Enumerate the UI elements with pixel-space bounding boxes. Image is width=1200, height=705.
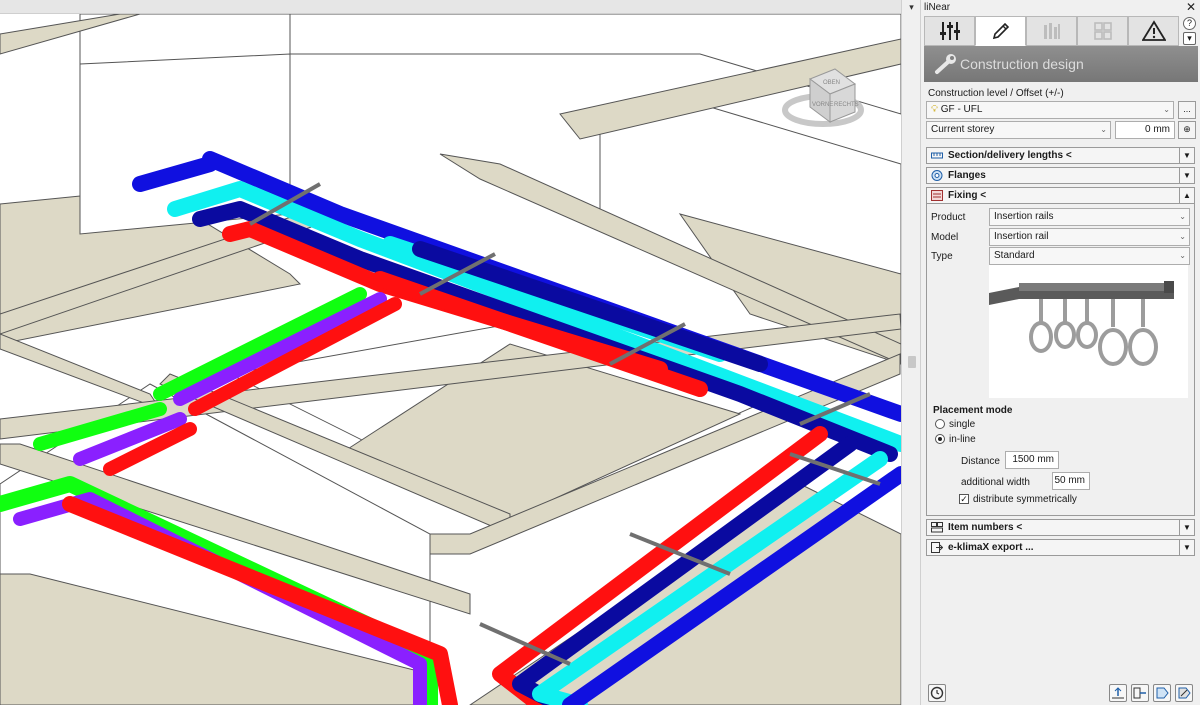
clock-icon <box>930 686 944 700</box>
product-value: Insertion rails <box>994 211 1054 222</box>
flanges-header[interactable]: Flanges ▼ <box>926 167 1195 184</box>
chevron-down-icon[interactable]: ▼ <box>1179 168 1194 183</box>
footer-button-3[interactable] <box>1153 684 1171 702</box>
model-select[interactable]: Insertion rail ⌄ <box>989 228 1190 246</box>
wrench-icon <box>935 54 956 74</box>
chevron-up-icon[interactable]: ▲ <box>1179 188 1194 203</box>
fixing-header[interactable]: Fixing < ▲ <box>926 187 1195 204</box>
footer-button-4[interactable] <box>1175 684 1193 702</box>
pick-offset-button[interactable]: ⊕ <box>1178 121 1196 139</box>
type-select[interactable]: Standard ⌄ <box>989 247 1190 265</box>
tab-statistics[interactable] <box>1026 16 1077 46</box>
ruler-icon <box>931 152 943 159</box>
flange-icon <box>931 170 943 181</box>
chevron-down-icon[interactable]: ▼ <box>1179 540 1194 555</box>
chevron-down-icon: ⌄ <box>1100 125 1107 134</box>
type-value: Standard <box>994 250 1035 261</box>
single-radio[interactable] <box>935 419 945 429</box>
side-icons: ? ▾ <box>1182 16 1198 46</box>
additional-width-label: additional width <box>961 477 1030 488</box>
crosshair-icon: ⊕ <box>1183 124 1191 134</box>
pencil-icon <box>992 22 1009 40</box>
warning-icon <box>1141 20 1166 41</box>
storey-select[interactable]: Current storey ⌄ <box>926 121 1111 139</box>
type-label: Type <box>931 251 953 262</box>
numbers-icon <box>931 522 943 533</box>
product-label: Product <box>931 212 966 223</box>
chevron-down-icon: ⌄ <box>1179 232 1186 241</box>
flanges-title: Flanges <box>948 170 986 181</box>
close-icon[interactable]: ✕ <box>1186 0 1196 14</box>
grid-icon <box>1093 22 1112 40</box>
level-icon <box>1112 687 1124 699</box>
tag-icon <box>1156 687 1169 699</box>
section-lengths-header[interactable]: Section/delivery lengths < ▼ <box>926 147 1195 164</box>
distribute-label: distribute symmetrically <box>973 494 1077 505</box>
section-lengths-title: Section/delivery lengths < <box>948 150 1072 161</box>
placement-mode-label: Placement mode <box>933 405 1013 416</box>
product-select[interactable]: Insertion rails ⌄ <box>989 208 1190 226</box>
help-icon[interactable]: ? <box>1183 17 1196 30</box>
chevron-down-icon: ⌄ <box>1163 105 1170 114</box>
item-numbers-header[interactable]: Item numbers < ▼ <box>926 519 1195 536</box>
viewport-topbar <box>0 0 901 14</box>
model-value: Insertion rail <box>994 231 1049 242</box>
insertion-rail-preview <box>989 265 1188 398</box>
bulb-icon: 💡︎ <box>931 104 938 115</box>
tag-edit-icon <box>1178 687 1191 699</box>
level-more-button[interactable]: ... <box>1178 101 1196 119</box>
sliders-icon <box>939 22 960 40</box>
linear-panel: liNear ✕ ? ▾ Construction design Constru… <box>921 0 1200 705</box>
additional-width-input[interactable]: 50 mm <box>1052 472 1090 490</box>
inline-radio[interactable] <box>935 434 945 444</box>
chevron-down-icon: ⌄ <box>1179 212 1186 221</box>
panel-menu-icon[interactable]: ▾ <box>906 2 917 12</box>
export-header[interactable]: e-klimaX export ... ▼ <box>926 539 1195 556</box>
fixing-icon <box>931 190 943 201</box>
chevron-down-icon[interactable]: ▼ <box>1179 148 1194 163</box>
distribute-checkbox[interactable]: ✓ <box>959 494 969 504</box>
bar-chart-icon <box>1043 23 1060 39</box>
distance-label: Distance <box>961 456 1000 467</box>
app-window: OBEN VORNE RECHTS ▾ liNear ✕ ? ▾ Constru… <box>0 0 1200 705</box>
3d-viewport[interactable]: OBEN VORNE RECHTS <box>0 0 901 705</box>
panel-header-title: Construction design <box>960 56 1084 72</box>
footer-button-2[interactable] <box>1131 684 1149 702</box>
chevron-down-icon: ⌄ <box>1179 251 1186 260</box>
offset-input[interactable]: 0 mm <box>1115 121 1175 139</box>
panel-splitter[interactable]: ▾ <box>901 0 921 705</box>
panel-titlebar: liNear ✕ <box>921 0 1200 15</box>
history-button[interactable] <box>928 684 946 702</box>
splitter-grip-icon[interactable] <box>908 356 916 368</box>
construction-level-label: Construction level / Offset (+/-) <box>928 88 1064 99</box>
inline-label: in-line <box>949 434 976 445</box>
viewcube-top-label: OBEN <box>823 80 840 86</box>
level-value: GF - UFL <box>940 104 983 115</box>
panel-title: liNear <box>924 2 951 13</box>
chevron-down-icon[interactable]: ▼ <box>1179 520 1194 535</box>
route-icon <box>1133 687 1146 699</box>
tab-grid[interactable] <box>1077 16 1128 46</box>
storey-value: Current storey <box>931 124 995 135</box>
distance-input[interactable]: 1500 mm <box>1005 451 1059 469</box>
single-label: single <box>949 419 976 430</box>
fixing-title: Fixing < <box>948 190 987 201</box>
tab-bar <box>924 16 1180 46</box>
tab-warnings[interactable] <box>1128 16 1179 46</box>
tab-design[interactable] <box>975 16 1026 46</box>
fixing-body: Product Insertion rails ⌄ Model Insertio… <box>926 204 1195 516</box>
3d-scene[interactable]: OBEN VORNE RECHTS <box>0 14 901 705</box>
footer-button-1[interactable] <box>1109 684 1127 702</box>
export-icon <box>931 542 943 553</box>
dropdown-menu-icon[interactable]: ▾ <box>1183 32 1196 45</box>
viewcube-right-label: RECHTS <box>834 102 859 108</box>
level-select[interactable]: 💡︎ GF - UFL ⌄ <box>926 101 1174 119</box>
tab-settings[interactable] <box>924 16 975 46</box>
model-label: Model <box>931 232 959 243</box>
item-numbers-title: Item numbers < <box>948 522 1023 533</box>
construction-design-header: Construction design <box>924 46 1198 82</box>
viewcube-front-label: VORNE <box>812 102 833 108</box>
export-title: e-klimaX export ... <box>948 542 1034 553</box>
